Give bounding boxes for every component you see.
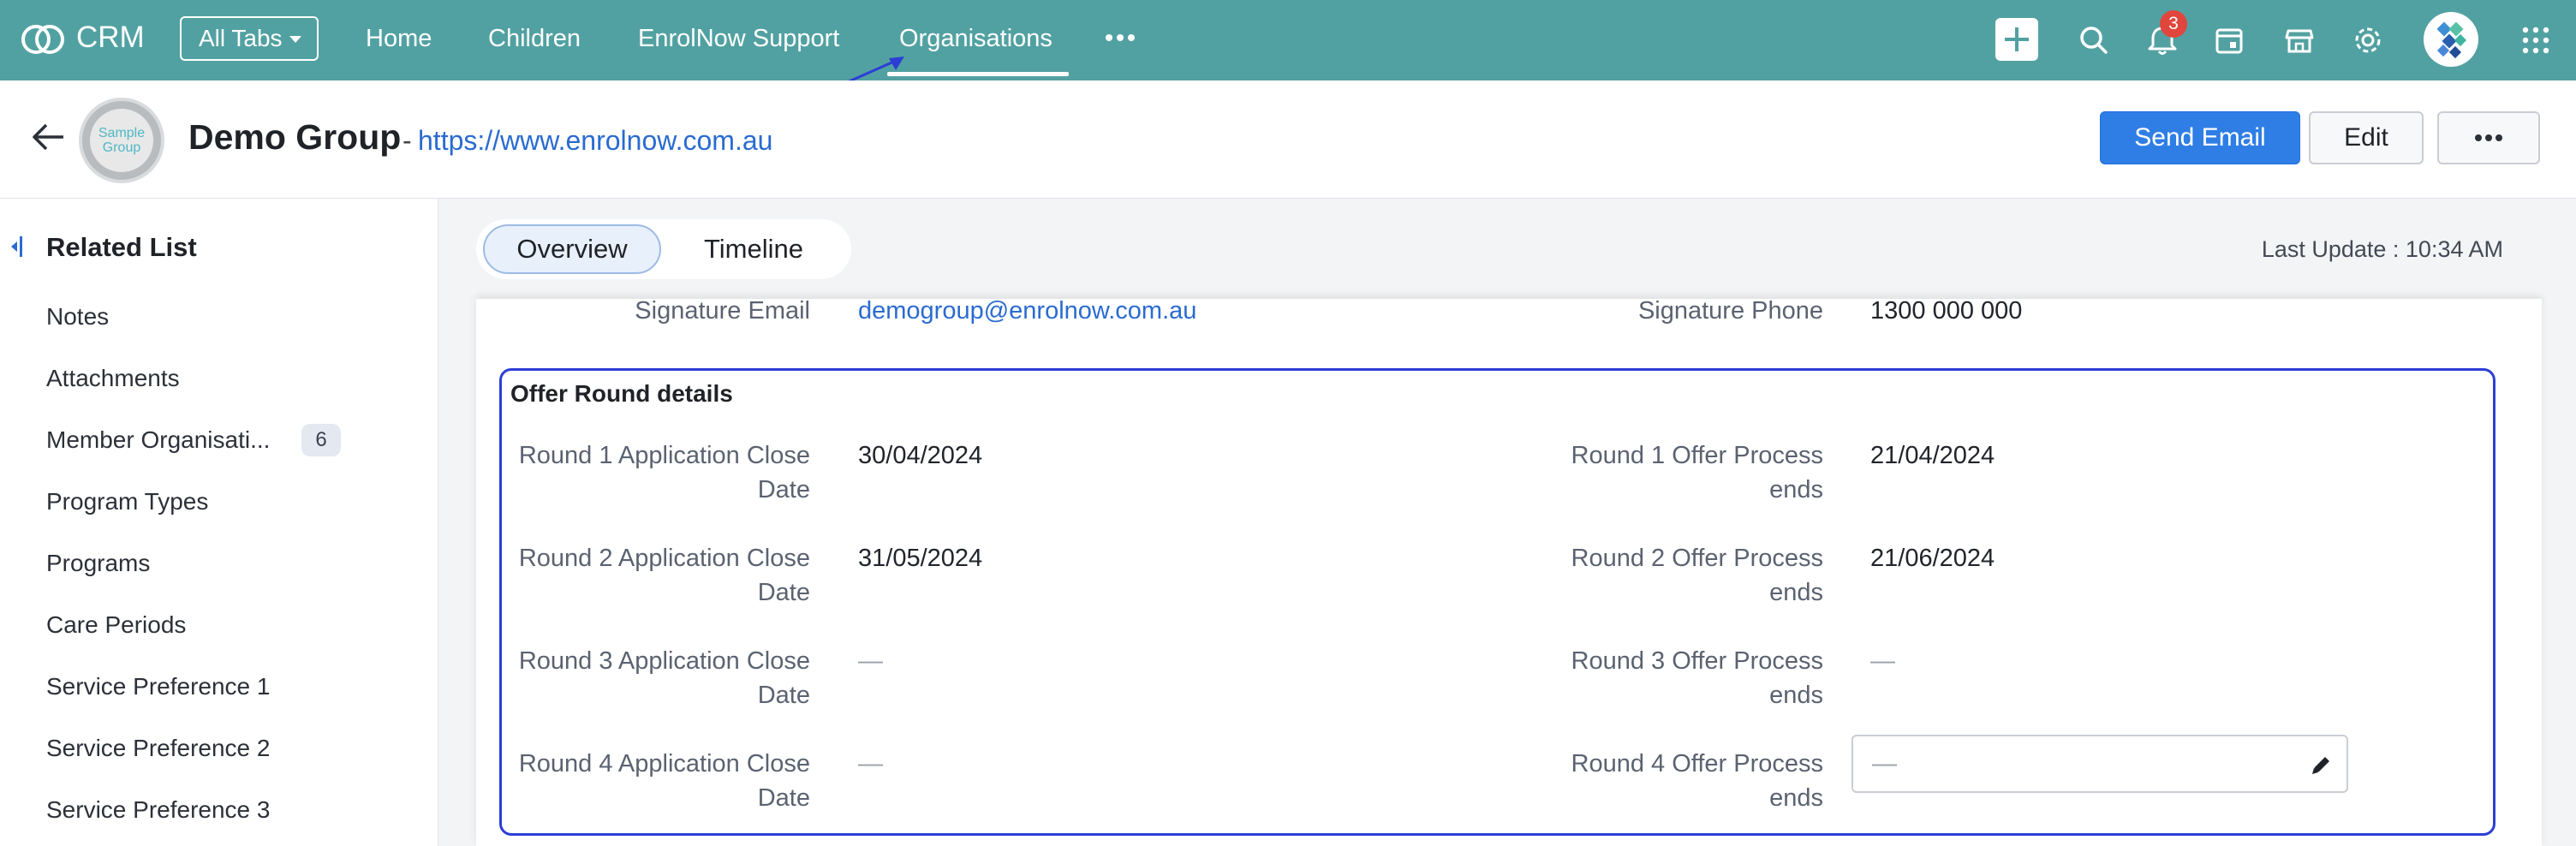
sidebar-item-attachments[interactable]: Attachments: [46, 361, 180, 396]
pencil-edit-icon[interactable]: [2309, 754, 2333, 777]
tab-overview[interactable]: Overview: [483, 224, 661, 274]
round-2-offer-process-value[interactable]: 21/06/2024: [1870, 541, 1995, 575]
round-1-offer-process-value[interactable]: 21/04/2024: [1870, 438, 1995, 473]
round-4-application-close-label: Round 4 Application Close Date: [518, 750, 810, 812]
record-avatar-text: Sample Group: [90, 109, 153, 172]
top-navigation-bar: CRM All Tabs Home Children EnrolNow Supp…: [0, 0, 2576, 80]
member-organisations-count: 6: [301, 424, 341, 456]
create-new-button[interactable]: [1995, 18, 2038, 61]
signature-email-value[interactable]: demogroup@enrolnow.com.au: [858, 294, 1196, 328]
round-3-application-close-value[interactable]: —: [858, 644, 883, 678]
calendar-icon[interactable]: [2208, 19, 2251, 62]
sidebar-item-service-preference-3[interactable]: Service Preference 3: [46, 793, 270, 827]
all-tabs-dropdown[interactable]: All Tabs: [180, 16, 319, 61]
title-separator: -: [402, 125, 412, 156]
collapse-sidebar-icon[interactable]: [9, 235, 24, 259]
website-link[interactable]: https://www.enrolnow.com.au: [418, 118, 772, 163]
nav-organisations[interactable]: Organisations: [899, 19, 1052, 58]
sidebar-item-member-organisations[interactable]: Member Organisati...: [46, 423, 270, 457]
nav-home[interactable]: Home: [366, 19, 432, 58]
profile-avatar[interactable]: [2424, 12, 2478, 67]
more-dots-icon[interactable]: [1103, 21, 1137, 55]
search-icon[interactable]: [2072, 19, 2115, 62]
round-4-application-close-value[interactable]: —: [858, 747, 883, 781]
round-4-offer-process-field[interactable]: —: [1852, 735, 2348, 793]
more-actions-button[interactable]: [2437, 111, 2540, 164]
profile-avatar-image: [2436, 21, 2467, 59]
round-2-offer-process-label: Round 2 Offer Process ends: [1571, 545, 1823, 606]
round-3-offer-process-label: Round 3 Offer Process ends: [1571, 647, 1823, 709]
caret-down-icon: [289, 36, 301, 43]
tab-timeline[interactable]: Timeline: [670, 224, 838, 274]
more-dots-icon: [2475, 134, 2502, 141]
signature-email-label: Signature Email: [635, 297, 810, 325]
last-update-text: Last Update : 10:34 AM: [2261, 236, 2503, 262]
signature-phone-label: Signature Phone: [1637, 297, 1823, 325]
round-4-offer-process-value: —: [1872, 750, 1897, 777]
send-email-button[interactable]: Send Email: [2100, 111, 2300, 164]
sidebar-item-care-periods[interactable]: Care Periods: [46, 608, 186, 642]
record-title: Demo Group: [188, 117, 402, 157]
gear-icon[interactable]: [2346, 19, 2389, 62]
crm-logo-icon[interactable]: [19, 17, 67, 62]
round-2-application-close-value[interactable]: 31/05/2024: [858, 541, 982, 575]
back-arrow-icon[interactable]: [29, 120, 67, 154]
edit-button[interactable]: Edit: [2309, 111, 2424, 164]
round-4-offer-process-label: Round 4 Offer Process ends: [1571, 750, 1823, 812]
round-3-application-close-label: Round 3 Application Close Date: [518, 647, 810, 709]
round-1-application-close-value[interactable]: 30/04/2024: [858, 438, 982, 473]
round-2-application-close-label: Round 2 Application Close Date: [518, 545, 810, 606]
record-header: Sample Group Demo Group - https://www.en…: [0, 80, 2576, 199]
round-1-offer-process-label: Round 1 Offer Process ends: [1571, 442, 1823, 503]
round-3-offer-process-value[interactable]: —: [1870, 644, 1895, 678]
sidebar-item-program-types[interactable]: Program Types: [46, 485, 208, 519]
round-1-application-close-label: Round 1 Application Close Date: [518, 442, 810, 503]
signature-phone-value: 1300 000 000: [1870, 297, 2023, 325]
sidebar-item-programs[interactable]: Programs: [46, 546, 150, 581]
sidebar-item-notes[interactable]: Notes: [46, 300, 109, 334]
plus-icon: [2005, 27, 2029, 51]
offer-round-title: Offer Round details: [510, 380, 733, 407]
nav-children[interactable]: Children: [488, 19, 581, 58]
app-title: CRM: [76, 21, 145, 54]
store-icon[interactable]: [2278, 19, 2321, 62]
sidebar-item-service-preference-1[interactable]: Service Preference 1: [46, 670, 270, 704]
apps-grid-icon[interactable]: [2514, 19, 2557, 62]
sidebar-item-service-preference-2[interactable]: Service Preference 2: [46, 731, 270, 766]
record-avatar: Sample Group: [79, 98, 164, 183]
related-list-sidebar: Related List Notes Attachments Member Or…: [0, 199, 438, 846]
notification-badge: 3: [2160, 10, 2187, 38]
all-tabs-label: All Tabs: [199, 25, 283, 51]
related-list-title: Related List: [46, 232, 197, 262]
